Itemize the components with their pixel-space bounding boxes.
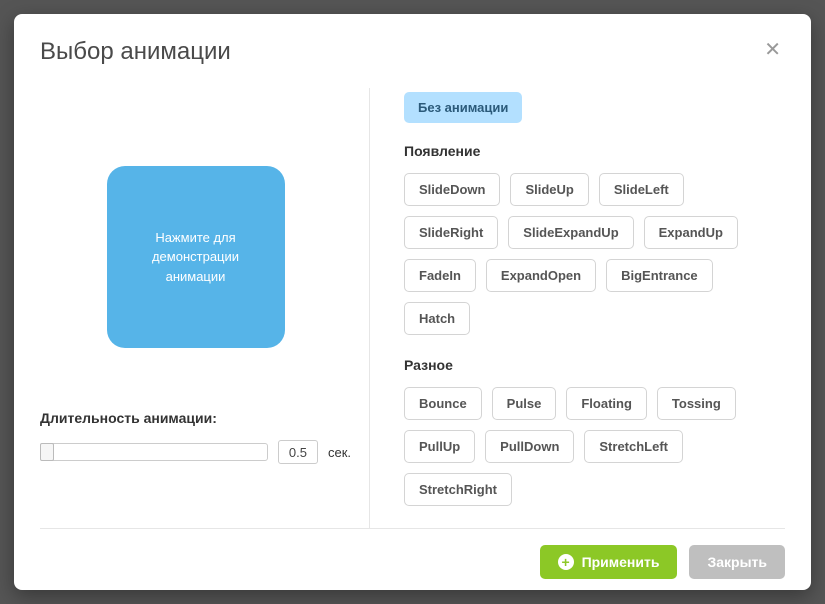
- modal-header: Выбор анимации ✕: [40, 38, 785, 78]
- chip-stretchright[interactable]: StretchRight: [404, 473, 512, 506]
- modal-title: Выбор анимации: [40, 38, 231, 66]
- right-pane: Без анимации Появление SlideDown SlideUp…: [370, 88, 785, 528]
- chip-stretchleft[interactable]: StretchLeft: [584, 430, 683, 463]
- chip-bigentrance[interactable]: BigEntrance: [606, 259, 713, 292]
- chip-pulldown[interactable]: PullDown: [485, 430, 574, 463]
- apply-button[interactable]: + Применить: [540, 545, 678, 579]
- modal-footer: + Применить Закрыть: [40, 528, 785, 579]
- duration-input[interactable]: [278, 440, 318, 464]
- chip-expandopen[interactable]: ExpandOpen: [486, 259, 596, 292]
- duration-slider[interactable]: [40, 443, 268, 461]
- chip-slideright[interactable]: SlideRight: [404, 216, 498, 249]
- appearance-chips: SlideDown SlideUp SlideLeft SlideRight S…: [404, 173, 785, 335]
- close-button-label: Закрыть: [707, 554, 767, 570]
- slider-thumb[interactable]: [40, 443, 54, 461]
- group-title-appearance: Появление: [404, 143, 785, 159]
- animation-picker-modal: Выбор анимации ✕ Нажмите для демонстраци…: [14, 14, 811, 590]
- chip-floating[interactable]: Floating: [566, 387, 647, 420]
- chip-bounce[interactable]: Bounce: [404, 387, 482, 420]
- close-button[interactable]: Закрыть: [689, 545, 785, 579]
- chip-pulse[interactable]: Pulse: [492, 387, 557, 420]
- left-pane: Нажмите для демонстрации анимации Длител…: [40, 88, 370, 528]
- apply-button-label: Применить: [582, 554, 660, 570]
- duration-label: Длительность анимации:: [40, 410, 351, 426]
- no-animation-button[interactable]: Без анимации: [404, 92, 522, 123]
- chip-slidedown[interactable]: SlideDown: [404, 173, 500, 206]
- group-title-misc: Разное: [404, 357, 785, 373]
- chip-tossing[interactable]: Tossing: [657, 387, 736, 420]
- chip-fadein[interactable]: FadeIn: [404, 259, 476, 292]
- close-icon[interactable]: ✕: [760, 38, 785, 62]
- chip-slideup[interactable]: SlideUp: [510, 173, 588, 206]
- duration-block: Длительность анимации: сек.: [40, 410, 351, 464]
- chip-hatch[interactable]: Hatch: [404, 302, 470, 335]
- chip-expandup[interactable]: ExpandUp: [644, 216, 738, 249]
- duration-unit: сек.: [328, 445, 351, 460]
- misc-chips: Bounce Pulse Floating Tossing PullUp Pul…: [404, 387, 785, 506]
- chip-pullup[interactable]: PullUp: [404, 430, 475, 463]
- plus-icon: +: [558, 554, 574, 570]
- chip-slideleft[interactable]: SlideLeft: [599, 173, 684, 206]
- modal-body: Нажмите для демонстрации анимации Длител…: [40, 78, 785, 528]
- animation-preview[interactable]: Нажмите для демонстрации анимации: [107, 166, 285, 348]
- chip-slideexpandup[interactable]: SlideExpandUp: [508, 216, 633, 249]
- duration-row: сек.: [40, 440, 351, 464]
